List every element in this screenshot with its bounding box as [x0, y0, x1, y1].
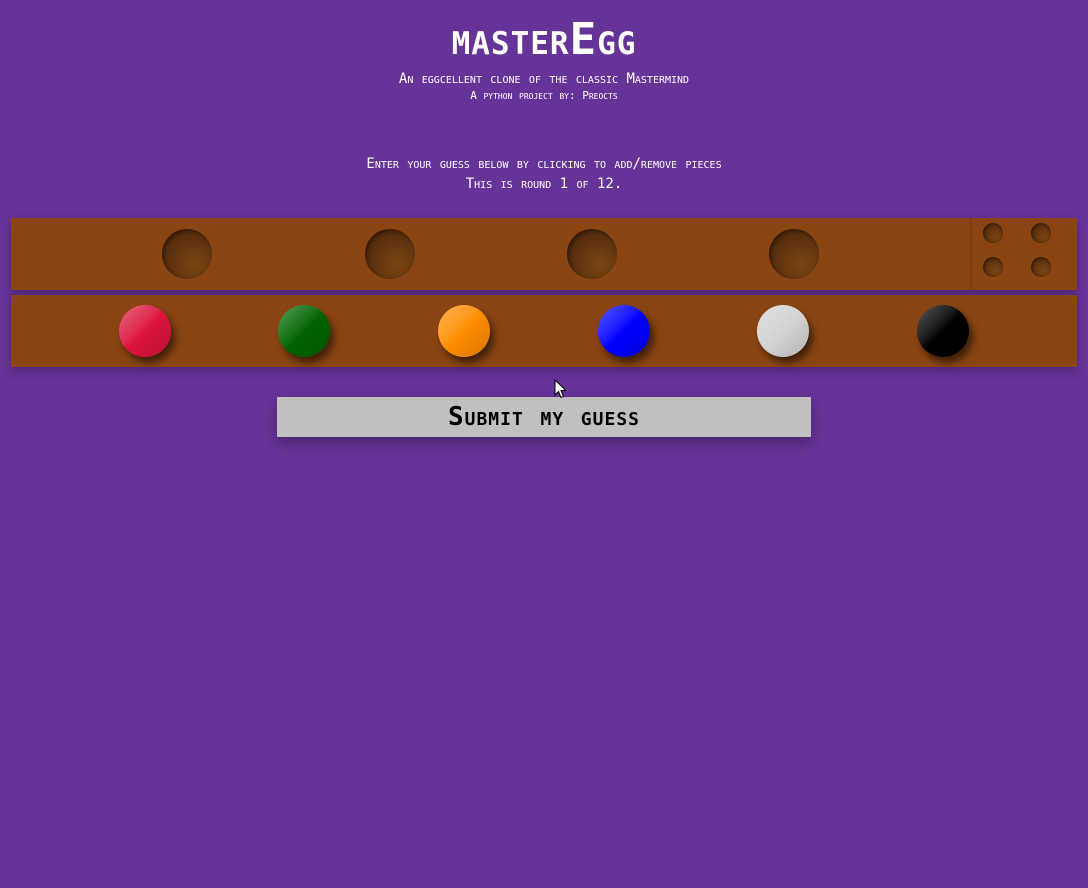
guess-board	[11, 218, 1077, 290]
red-peg[interactable]	[119, 305, 171, 357]
instruction-text: Enter your guess below by clicking to ad…	[366, 156, 722, 172]
feedback-peg-2	[1031, 223, 1051, 243]
guess-slot-3[interactable]	[567, 229, 617, 279]
silver-peg[interactable]	[757, 305, 809, 357]
guess-slot-2[interactable]	[365, 229, 415, 279]
black-peg[interactable]	[917, 305, 969, 357]
feedback-panel	[970, 218, 1079, 290]
feedback-peg-1	[983, 223, 1003, 243]
page-subtitle: An eggcellent clone of the classic Maste…	[398, 71, 690, 87]
orange-peg[interactable]	[438, 305, 490, 357]
mouse-cursor-icon	[554, 379, 568, 399]
author-byline: A python project by: Preocts	[470, 89, 618, 102]
feedback-peg-3	[983, 257, 1003, 277]
submit-guess-button[interactable]: Submit my guess	[277, 397, 811, 437]
green-peg[interactable]	[278, 305, 330, 357]
page-title: masterEgg	[451, 14, 637, 65]
feedback-peg-4	[1031, 257, 1051, 277]
guess-slot-1[interactable]	[162, 229, 212, 279]
round-status: This is round 1 of 12.	[465, 176, 623, 192]
color-palette	[11, 295, 1077, 367]
guess-slot-4[interactable]	[769, 229, 819, 279]
blue-peg[interactable]	[598, 305, 650, 357]
